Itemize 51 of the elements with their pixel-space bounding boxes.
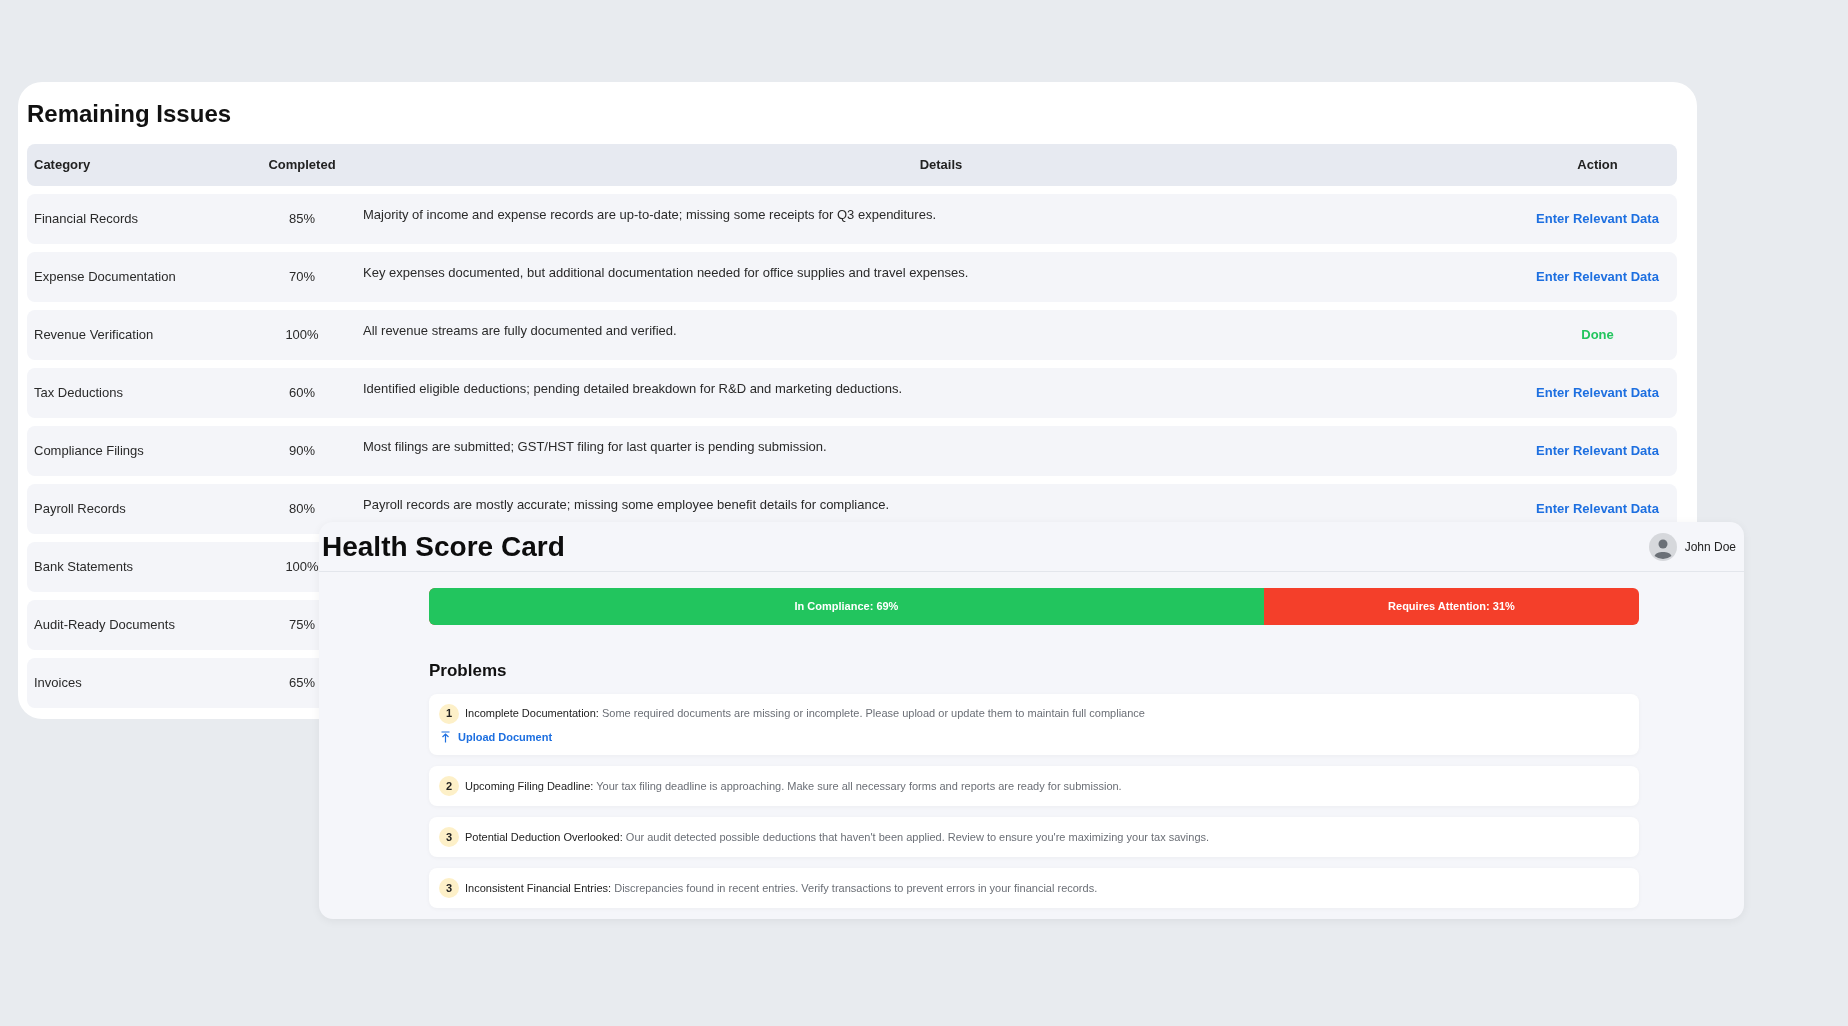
- percent-cell: 100%: [285, 559, 319, 575]
- percent-cell: 75%: [289, 617, 315, 633]
- progress-fill: In Compliance: 69%: [429, 588, 1264, 625]
- upload-link[interactable]: Upload Document: [441, 728, 553, 745]
- problem-text: Inconsistent Financial Entries: Discrepancies found in recent entries. Verify transactions to prevent errors in your financial records.: [465, 880, 1098, 896]
- details-cell: Most filings are submitted; GST/HST filing for last quarter is pending submission.: [363, 439, 827, 454]
- percent-cell: 90%: [289, 443, 315, 459]
- percent-cell: 100%: [285, 327, 319, 343]
- details-cell: Identified eligible deductions; pending detailed breakdown for R&D and marketing deductions.: [363, 381, 903, 396]
- done-status: Done: [1581, 327, 1614, 343]
- details-cell: Payroll records are mostly accurate; missing some employee benefit details for compliance.: [363, 497, 889, 512]
- details-cell: Key expenses documented, but additional documentation needed for office supplies and travel expenses.: [363, 265, 969, 280]
- number-badge: 2: [439, 776, 459, 796]
- category-cell: Bank Statements: [34, 559, 133, 575]
- section-title: Problems: [429, 660, 507, 682]
- category-cell: Financial Records: [34, 211, 139, 227]
- card-title: Remaining Issues: [27, 99, 232, 129]
- problem-text: Upcoming Filing Deadline: Your tax filing deadline is approaching. Make sure all necessary forms and reports are ready for submission.: [465, 778, 1122, 794]
- problem-text: Incomplete Documentation: Some required documents are missing or incomplete. Please upload or update them to maintain full compliance: [465, 706, 1145, 722]
- column-header: Category: [34, 157, 91, 173]
- details-cell: Majority of income and expense records are up-to-date; missing some receipts for Q3 expenditures.: [363, 207, 936, 222]
- card-title: Health Score Card: [322, 529, 565, 564]
- details-cell: All revenue streams are fully documented and verified.: [363, 323, 677, 338]
- percent-cell: 60%: [289, 385, 315, 401]
- number-badge: 3: [439, 878, 459, 898]
- column-header: Details: [919, 157, 963, 173]
- upload-icon: [441, 730, 450, 743]
- category-cell: Tax Deductions: [34, 385, 123, 401]
- category-cell: Revenue Verification: [34, 327, 154, 343]
- number-badge: 3: [439, 827, 459, 847]
- attention-label: Requires Attention: 31%: [1388, 599, 1515, 615]
- user-name: John Doe: [1684, 538, 1736, 556]
- enter-data-link[interactable]: Enter Relevant Data: [1536, 443, 1659, 459]
- enter-data-link[interactable]: Enter Relevant Data: [1536, 211, 1659, 227]
- column-header: Action: [1577, 157, 1618, 173]
- category-cell: Invoices: [34, 675, 82, 691]
- column-header: Completed: [268, 157, 336, 173]
- percent-cell: 80%: [289, 501, 315, 517]
- percent-cell: 85%: [289, 211, 315, 227]
- enter-data-link[interactable]: Enter Relevant Data: [1536, 501, 1659, 517]
- enter-data-link[interactable]: Enter Relevant Data: [1536, 385, 1659, 401]
- category-cell: Compliance Filings: [34, 443, 144, 459]
- percent-cell: 70%: [289, 269, 315, 285]
- category-cell: Expense Documentation: [34, 269, 176, 285]
- number-badge: 1: [439, 703, 459, 724]
- percent-cell: 65%: [289, 675, 315, 691]
- enter-data-link[interactable]: Enter Relevant Data: [1536, 269, 1659, 285]
- category-cell: Audit-Ready Documents: [34, 617, 175, 633]
- problem-text: Potential Deduction Overlooked: Our audit detected possible deductions that haven't been applied. Review to ensure you're maximizing your tax savings.: [465, 829, 1210, 845]
- avatar-icon: [1648, 532, 1677, 561]
- category-cell: Payroll Records: [34, 501, 126, 517]
